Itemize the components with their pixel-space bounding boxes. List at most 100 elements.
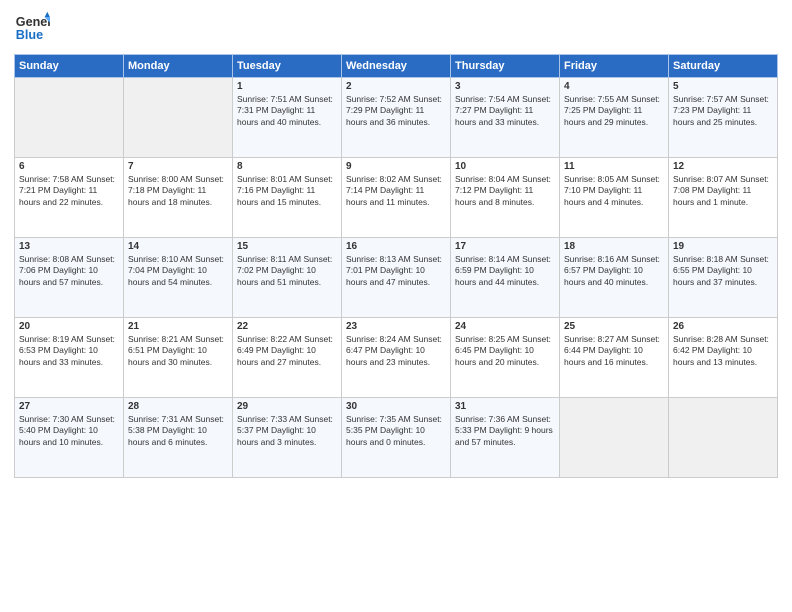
day-number: 13: [19, 241, 119, 252]
day-header-tuesday: Tuesday: [233, 55, 342, 78]
week-row-1: 1Sunrise: 7:51 AM Sunset: 7:31 PM Daylig…: [15, 78, 778, 158]
day-cell: [669, 398, 778, 478]
day-detail: Sunrise: 7:30 AM Sunset: 5:40 PM Dayligh…: [19, 414, 119, 448]
day-detail: Sunrise: 8:19 AM Sunset: 6:53 PM Dayligh…: [19, 334, 119, 368]
day-cell: 16 Sunrise: 8:13 AM Sunset: 7:01 PM Dayli…: [342, 238, 451, 318]
day-number: 12: [673, 161, 773, 172]
day-cell: [560, 398, 669, 478]
day-number: 6: [19, 161, 119, 172]
day-detail: Sunrise: 8:02 AM Sunset: 7:14 PM Dayligh…: [346, 174, 446, 208]
day-detail: Sunrise: 8:07 AM Sunset: 7:08 PM Dayligh…: [673, 174, 773, 208]
day-cell: 24 Sunrise: 8:25 AM Sunset: 6:45 PM Dayli…: [451, 318, 560, 398]
day-detail: Sunrise: 8:16 AM Sunset: 6:57 PM Dayligh…: [564, 254, 664, 288]
day-number: 3: [455, 81, 555, 92]
day-number: 5: [673, 81, 773, 92]
day-number: 25: [564, 321, 664, 332]
day-detail: Sunrise: 8:28 AM Sunset: 6:42 PM Dayligh…: [673, 334, 773, 368]
day-cell: 3 Sunrise: 7:54 AM Sunset: 7:27 PM Daylig…: [451, 78, 560, 158]
week-row-5: 27 Sunrise: 7:30 AM Sunset: 5:40 PM Dayli…: [15, 398, 778, 478]
day-cell: 8 Sunrise: 8:01 AM Sunset: 7:16 PM Daylig…: [233, 158, 342, 238]
day-cell: 17 Sunrise: 8:14 AM Sunset: 6:59 PM Dayli…: [451, 238, 560, 318]
day-number: 18: [564, 241, 664, 252]
day-number: 22: [237, 321, 337, 332]
day-cell: 14Sunrise: 8:10 AM Sunset: 7:04 PM Dayli…: [124, 238, 233, 318]
day-header-thursday: Thursday: [451, 55, 560, 78]
day-detail: Sunrise: 8:14 AM Sunset: 6:59 PM Dayligh…: [455, 254, 555, 288]
day-number: 9: [346, 161, 446, 172]
day-number: 26: [673, 321, 773, 332]
day-header-sunday: Sunday: [15, 55, 124, 78]
day-detail: Sunrise: 8:22 AM Sunset: 6:49 PM Dayligh…: [237, 334, 337, 368]
day-detail: Sunrise: 8:24 AM Sunset: 6:47 PM Dayligh…: [346, 334, 446, 368]
day-cell: 25 Sunrise: 8:27 AM Sunset: 6:44 PM Dayli…: [560, 318, 669, 398]
day-cell: 26 Sunrise: 8:28 AM Sunset: 6:42 PM Dayli…: [669, 318, 778, 398]
day-number: 14: [128, 241, 228, 252]
day-cell: 30 Sunrise: 7:35 AM Sunset: 5:35 PM Dayli…: [342, 398, 451, 478]
day-detail: Sunrise: 7:33 AM Sunset: 5:37 PM Dayligh…: [237, 414, 337, 448]
logo-icon: General Blue: [14, 10, 50, 46]
week-row-2: 6 Sunrise: 7:58 AM Sunset: 7:21 PM Daylig…: [15, 158, 778, 238]
day-detail: Sunrise: 7:31 AM Sunset: 5:38 PM Dayligh…: [128, 414, 228, 448]
day-detail: Sunrise: 8:01 AM Sunset: 7:16 PM Dayligh…: [237, 174, 337, 208]
day-cell: [124, 78, 233, 158]
day-cell: 31 Sunrise: 7:36 AM Sunset: 5:33 PM Dayli…: [451, 398, 560, 478]
day-number: 24: [455, 321, 555, 332]
week-row-3: 13 Sunrise: 8:08 AM Sunset: 7:06 PM Dayli…: [15, 238, 778, 318]
day-header-monday: Monday: [124, 55, 233, 78]
day-cell: 12 Sunrise: 8:07 AM Sunset: 7:08 PM Dayli…: [669, 158, 778, 238]
day-detail: Sunrise: 8:00 AM Sunset: 7:18 PM Dayligh…: [128, 174, 228, 208]
day-number: 16: [346, 241, 446, 252]
day-detail: Sunrise: 7:54 AM Sunset: 7:27 PM Dayligh…: [455, 94, 555, 128]
day-detail: Sunrise: 7:35 AM Sunset: 5:35 PM Dayligh…: [346, 414, 446, 448]
day-detail: Sunrise: 7:36 AM Sunset: 5:33 PM Dayligh…: [455, 414, 555, 448]
day-number: 2: [346, 81, 446, 92]
day-cell: 9 Sunrise: 8:02 AM Sunset: 7:14 PM Daylig…: [342, 158, 451, 238]
day-cell: 21Sunrise: 8:21 AM Sunset: 6:51 PM Dayli…: [124, 318, 233, 398]
day-cell: 27 Sunrise: 7:30 AM Sunset: 5:40 PM Dayli…: [15, 398, 124, 478]
day-cell: 13 Sunrise: 8:08 AM Sunset: 7:06 PM Dayli…: [15, 238, 124, 318]
day-detail: Sunrise: 7:57 AM Sunset: 7:23 PM Dayligh…: [673, 94, 773, 128]
day-number: 17: [455, 241, 555, 252]
day-cell: [15, 78, 124, 158]
day-cell: 4Sunrise: 7:55 AM Sunset: 7:25 PM Daylig…: [560, 78, 669, 158]
day-detail: Sunrise: 8:05 AM Sunset: 7:10 PM Dayligh…: [564, 174, 664, 208]
day-number: 11: [564, 161, 664, 172]
day-cell: 18 Sunrise: 8:16 AM Sunset: 6:57 PM Dayli…: [560, 238, 669, 318]
day-number: 10: [455, 161, 555, 172]
day-number: 31: [455, 401, 555, 412]
day-number: 29: [237, 401, 337, 412]
day-detail: Sunrise: 8:08 AM Sunset: 7:06 PM Dayligh…: [19, 254, 119, 288]
day-number: 19: [673, 241, 773, 252]
day-cell: 20 Sunrise: 8:19 AM Sunset: 6:53 PM Dayli…: [15, 318, 124, 398]
day-detail: Sunrise: 8:11 AM Sunset: 7:02 PM Dayligh…: [237, 254, 337, 288]
day-header-friday: Friday: [560, 55, 669, 78]
day-header-saturday: Saturday: [669, 55, 778, 78]
day-detail: Sunrise: 8:25 AM Sunset: 6:45 PM Dayligh…: [455, 334, 555, 368]
header-row: SundayMondayTuesdayWednesdayThursdayFrid…: [15, 55, 778, 78]
day-number: 28: [128, 401, 228, 412]
day-number: 8: [237, 161, 337, 172]
day-number: 27: [19, 401, 119, 412]
day-cell: 29 Sunrise: 7:33 AM Sunset: 5:37 PM Dayli…: [233, 398, 342, 478]
day-cell: 15 Sunrise: 8:11 AM Sunset: 7:02 PM Dayli…: [233, 238, 342, 318]
header: General Blue: [14, 10, 778, 46]
day-cell: 19 Sunrise: 8:18 AM Sunset: 6:55 PM Dayli…: [669, 238, 778, 318]
day-cell: 2Sunrise: 7:52 AM Sunset: 7:29 PM Daylig…: [342, 78, 451, 158]
day-detail: Sunrise: 8:13 AM Sunset: 7:01 PM Dayligh…: [346, 254, 446, 288]
day-number: 30: [346, 401, 446, 412]
day-detail: Sunrise: 7:58 AM Sunset: 7:21 PM Dayligh…: [19, 174, 119, 208]
day-number: 7: [128, 161, 228, 172]
calendar-table: SundayMondayTuesdayWednesdayThursdayFrid…: [14, 54, 778, 478]
day-number: 4: [564, 81, 664, 92]
day-cell: 22 Sunrise: 8:22 AM Sunset: 6:49 PM Dayli…: [233, 318, 342, 398]
day-cell: 7 Sunrise: 8:00 AM Sunset: 7:18 PM Daylig…: [124, 158, 233, 238]
day-number: 20: [19, 321, 119, 332]
day-cell: 6 Sunrise: 7:58 AM Sunset: 7:21 PM Daylig…: [15, 158, 124, 238]
day-cell: 23Sunrise: 8:24 AM Sunset: 6:47 PM Dayli…: [342, 318, 451, 398]
day-detail: Sunrise: 8:18 AM Sunset: 6:55 PM Dayligh…: [673, 254, 773, 288]
svg-text:Blue: Blue: [16, 28, 43, 42]
day-detail: Sunrise: 8:27 AM Sunset: 6:44 PM Dayligh…: [564, 334, 664, 368]
day-cell: 28 Sunrise: 7:31 AM Sunset: 5:38 PM Dayli…: [124, 398, 233, 478]
day-cell: 10Sunrise: 8:04 AM Sunset: 7:12 PM Dayli…: [451, 158, 560, 238]
day-number: 15: [237, 241, 337, 252]
